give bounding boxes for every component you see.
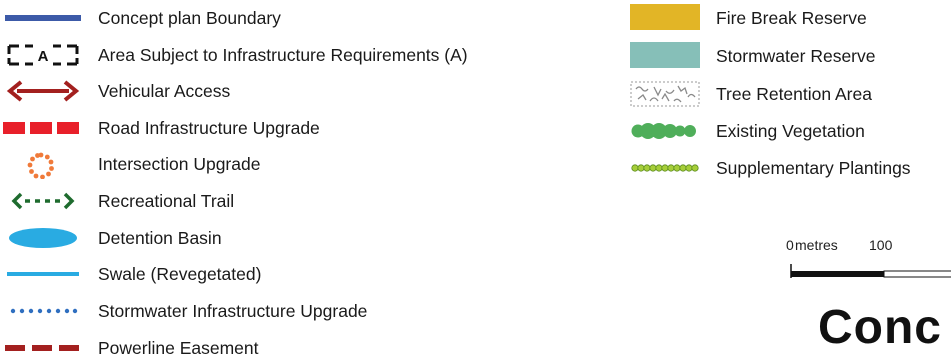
teal-swatch-icon [626, 41, 701, 71]
legend-item: Powerline Easement [3, 333, 563, 363]
legend-label: Stormwater Reserve [716, 46, 876, 66]
legend-label: Supplementary Plantings [716, 158, 911, 178]
green-dashed-arrow-icon [3, 186, 83, 216]
legend-label: Area Subject to Infrastructure Requireme… [98, 45, 468, 65]
legend-label: Stormwater Infrastructure Upgrade [98, 301, 368, 321]
legend-item: Stormwater Reserve [626, 41, 951, 71]
green-circles-icon [626, 116, 701, 146]
legend-item: Supplementary Plantings [626, 153, 951, 183]
legend-label: Detention Basin [98, 228, 222, 248]
dark-red-dash-icon [3, 333, 83, 363]
scale-bar [790, 264, 951, 278]
legend-item: Stormwater Infrastructure Upgrade [3, 296, 563, 326]
legend-item: Swale (Revegetated) [3, 259, 563, 289]
scale-tick-label: 100 [869, 237, 893, 253]
legend-label: Recreational Trail [98, 191, 235, 211]
tree-pattern-swatch-icon [626, 79, 701, 109]
legend-label: Vehicular Access [98, 81, 231, 101]
legend-item: Intersection Upgrade [3, 149, 563, 179]
legend-label: Intersection Upgrade [98, 154, 261, 174]
legend-label: Road Infrastructure Upgrade [98, 118, 320, 138]
legend-label: Swale (Revegetated) [98, 264, 262, 284]
light-blue-line-icon [3, 259, 83, 289]
legend-item: Road Infrastructure Upgrade [3, 113, 563, 143]
legend-label: Tree Retention Area [716, 84, 872, 104]
legend-item: Vehicular Access [3, 76, 563, 106]
legend-label: Fire Break Reserve [716, 8, 867, 28]
legend-item: Detention Basin [3, 223, 563, 253]
red-dash-bar-icon [3, 113, 83, 143]
scale-zero-label: 0 [786, 237, 794, 253]
dashed-box-a-icon: A [3, 40, 83, 70]
legend-label: Existing Vegetation [716, 121, 865, 141]
svg-text:A: A [38, 48, 49, 65]
scale-unit-label: metres [795, 237, 838, 253]
legend-item: Existing Vegetation [626, 116, 951, 146]
legend-label: Powerline Easement [98, 338, 259, 358]
dotted-ring-icon [3, 149, 83, 179]
legend-item: Concept plan Boundary [3, 3, 563, 33]
legend-label: Concept plan Boundary [98, 8, 281, 28]
blue-dotted-line-icon [3, 296, 83, 326]
blue-ellipse-icon [3, 223, 83, 253]
yellow-swatch-icon [626, 3, 701, 33]
double-arrow-icon [3, 76, 83, 106]
small-green-circles-icon [626, 153, 701, 183]
map-title: Conc [818, 301, 942, 354]
legend-item: Tree Retention Area [626, 79, 951, 109]
legend-item: Recreational Trail [3, 186, 563, 216]
legend-item: Fire Break Reserve [626, 3, 951, 33]
legend-item: A Area Subject to Infrastructure Require… [3, 40, 563, 70]
blue-line-icon [3, 3, 83, 33]
